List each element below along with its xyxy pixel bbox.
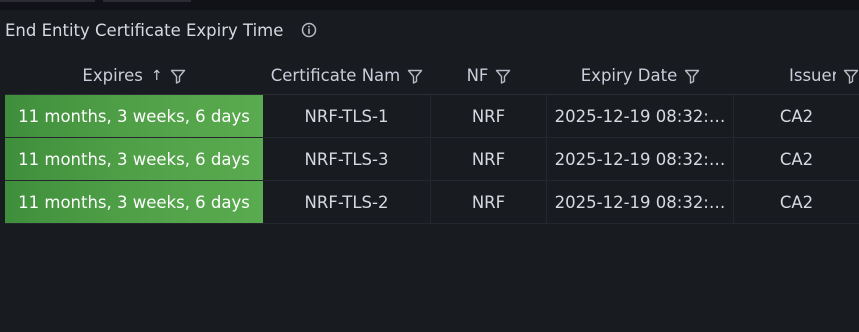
nf-cell: NRF xyxy=(431,95,547,137)
sort-ascending-icon[interactable]: ↑ xyxy=(151,68,163,84)
certificate-name-cell: NRF-TLS-3 xyxy=(263,138,431,180)
table-row[interactable]: 11 months, 3 weeks, 6 days NRF-TLS-3 NRF… xyxy=(5,138,859,181)
top-tab[interactable] xyxy=(0,0,95,2)
table-row[interactable]: 11 months, 3 weeks, 6 days NRF-TLS-2 NRF… xyxy=(5,181,859,224)
column-label: Certificate Nam xyxy=(270,66,401,85)
column-label: Issuer xyxy=(789,66,836,85)
filter-icon[interactable] xyxy=(170,68,186,84)
expires-cell: 11 months, 3 weeks, 6 days xyxy=(5,181,263,223)
table-row[interactable]: 11 months, 3 weeks, 6 days NRF-TLS-1 NRF… xyxy=(5,95,859,138)
expiry-date-cell: 2025-12-19 08:32:… xyxy=(547,181,734,223)
info-icon[interactable] xyxy=(300,21,318,39)
expires-cell: 11 months, 3 weeks, 6 days xyxy=(5,95,263,137)
top-tab[interactable] xyxy=(103,0,191,2)
column-header-certificate-name[interactable]: Certificate Nam xyxy=(263,57,431,94)
expiry-date-cell: 2025-12-19 08:32:… xyxy=(547,138,734,180)
certificate-table: Expires ↑ Certificate Nam NF Expiry Date… xyxy=(5,57,859,224)
issuer-cell: CA2 xyxy=(779,149,814,169)
panel-title: End Entity Certificate Expiry Time xyxy=(5,20,284,40)
column-header-expiry-date[interactable]: Expiry Date xyxy=(547,57,734,94)
issuer-cell: CA2 xyxy=(779,106,814,126)
filter-icon[interactable] xyxy=(843,68,859,84)
nf-cell: NRF xyxy=(431,181,547,223)
column-label: NF xyxy=(466,66,489,85)
certificate-name-cell: NRF-TLS-1 xyxy=(263,95,431,137)
column-header-issuer[interactable]: Issuer xyxy=(734,57,859,94)
filter-icon[interactable] xyxy=(407,68,423,84)
table-header: Expires ↑ Certificate Nam NF Expiry Date… xyxy=(5,57,859,95)
column-label: Expiry Date xyxy=(580,66,678,85)
expires-cell: 11 months, 3 weeks, 6 days xyxy=(5,138,263,180)
certificate-name-cell: NRF-TLS-2 xyxy=(263,181,431,223)
column-label: Expires xyxy=(82,66,143,85)
issuer-cell: CA2 xyxy=(779,192,814,212)
expiry-date-cell: 2025-12-19 08:32:… xyxy=(547,95,734,137)
nf-cell: NRF xyxy=(431,138,547,180)
filter-icon[interactable] xyxy=(495,68,511,84)
column-header-expires[interactable]: Expires ↑ xyxy=(5,57,263,94)
column-header-nf[interactable]: NF xyxy=(431,57,547,94)
top-bar xyxy=(0,0,859,10)
filter-icon[interactable] xyxy=(684,68,700,84)
